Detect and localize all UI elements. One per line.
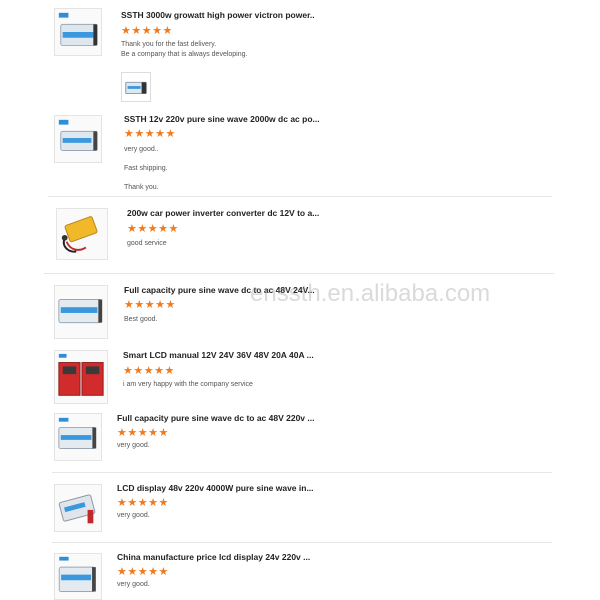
blue-inverter-icon — [58, 119, 98, 151]
review-text: Best good. — [124, 316, 158, 323]
rating-stars: ★★★★★ — [117, 497, 169, 509]
blue-inverter-icon — [58, 417, 97, 449]
review-divider — [44, 273, 554, 274]
review-text: very good.. — [124, 146, 159, 153]
product-title[interactable]: 200w car power inverter converter dc 12V… — [127, 208, 319, 218]
review-text: good service — [127, 240, 167, 247]
product-title[interactable]: Smart LCD manual 12V 24V 36V 48V 20A 40A… — [123, 350, 314, 360]
review-divider — [52, 472, 552, 473]
review-text: i am very happy with the company service — [123, 381, 253, 388]
product-thumbnail[interactable] — [56, 208, 108, 260]
review-text: Thank you for the fast delivery. — [121, 41, 217, 48]
review-text: Be a company that is always developing. — [121, 51, 248, 58]
product-thumbnail[interactable] — [54, 115, 102, 163]
blue-inverter-icon — [58, 12, 98, 46]
blue-inverter-icon — [58, 556, 96, 592]
product-thumbnail[interactable] — [54, 553, 102, 600]
product-thumbnail[interactable] — [54, 285, 108, 339]
review-divider — [48, 196, 552, 197]
red-controller-icon — [58, 353, 104, 396]
review-text: Fast shipping. — [124, 165, 168, 172]
product-title[interactable]: LCD display 48v 220v 4000W pure sine wav… — [117, 483, 314, 493]
product-title[interactable]: Full capacity pure sine wave dc to ac 48… — [117, 413, 314, 423]
product-title[interactable]: Full capacity pure sine wave dc to ac 48… — [124, 285, 315, 295]
car-inverter-icon — [61, 216, 98, 253]
product-title[interactable]: China manufacture price lcd display 24v … — [117, 552, 310, 562]
review-text: very good. — [117, 512, 150, 519]
rating-stars: ★★★★★ — [127, 223, 179, 235]
product-title[interactable]: SSTH 12v 220v pure sine wave 2000w dc ac… — [124, 114, 320, 124]
review-text: very good. — [117, 442, 150, 449]
blue-inverter-icon — [58, 299, 103, 324]
rating-stars: ★★★★★ — [124, 128, 176, 140]
rating-stars: ★★★★★ — [117, 566, 169, 578]
review-attachment[interactable] — [121, 72, 151, 102]
inverter-photo-icon — [125, 81, 147, 94]
silver-inverter-icon — [58, 494, 96, 524]
rating-stars: ★★★★★ — [123, 365, 175, 377]
product-thumbnail[interactable] — [54, 8, 102, 56]
review-text: Thank you. — [124, 184, 159, 191]
rating-stars: ★★★★★ — [121, 25, 173, 37]
product-thumbnail[interactable] — [54, 413, 102, 461]
review-divider — [52, 542, 552, 543]
product-thumbnail[interactable] — [54, 484, 102, 532]
product-thumbnail[interactable] — [54, 350, 108, 404]
rating-stars: ★★★★★ — [124, 299, 176, 311]
rating-stars: ★★★★★ — [117, 427, 169, 439]
product-title[interactable]: SSTH 3000w growatt high power victron po… — [121, 10, 315, 20]
review-text: very good. — [117, 581, 150, 588]
